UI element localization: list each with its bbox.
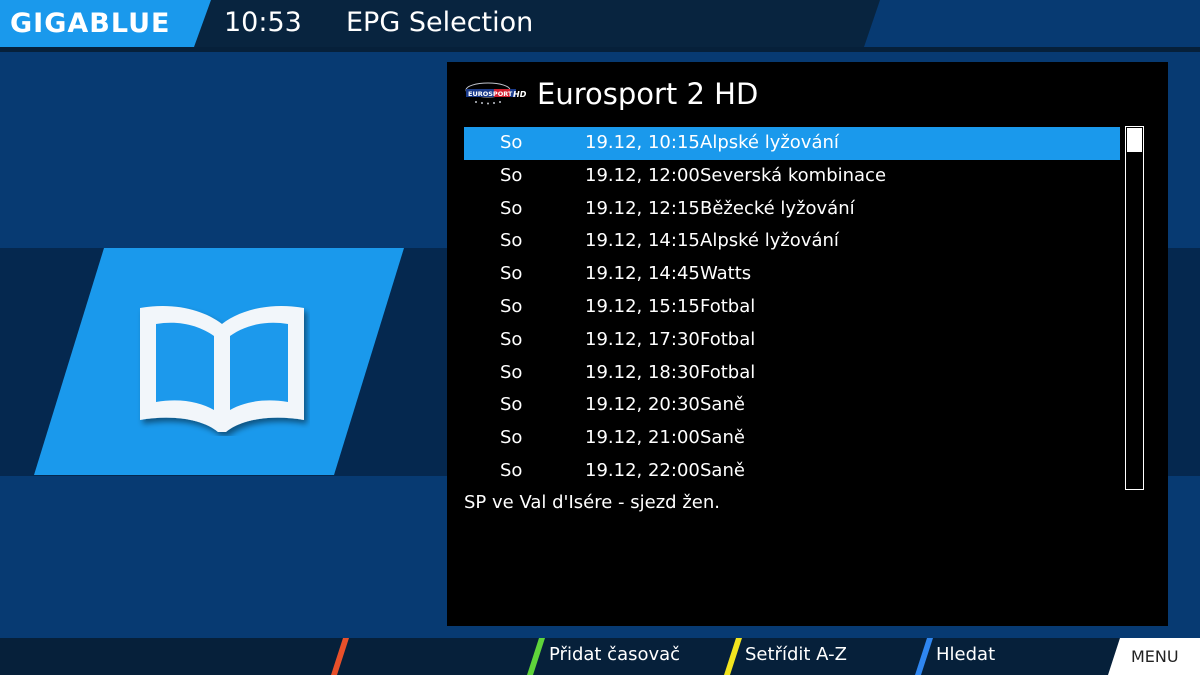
event-day: So xyxy=(500,459,523,481)
event-day: So xyxy=(500,197,523,219)
eurosport-logo: EUROSPORT HD xyxy=(465,82,527,105)
event-day: So xyxy=(500,132,523,153)
event-day: So xyxy=(500,394,523,416)
event-title: Fotbal xyxy=(700,295,756,317)
event-datetime: 19.12, 18:30 xyxy=(585,361,700,383)
green-key-add-timer[interactable]: Přidat časovač xyxy=(549,642,680,668)
event-title: Severská kombinace xyxy=(700,164,887,186)
event-datetime: 19.12, 10:15 xyxy=(585,132,700,153)
event-datetime: 19.12, 21:00 xyxy=(585,427,700,449)
scrollbar[interactable] xyxy=(1125,126,1144,490)
event-list: So 19.12, 10:15 Alpské lyžování So 19.12… xyxy=(464,127,1120,488)
event-title: Běžecké lyžování xyxy=(700,197,855,219)
event-row[interactable]: So 19.12, 14:15 Alpské lyžování xyxy=(464,225,1120,258)
event-row[interactable]: So 19.12, 20:30 Saně xyxy=(464,389,1120,422)
event-datetime: 19.12, 12:15 xyxy=(585,197,700,219)
event-datetime: 19.12, 20:30 xyxy=(585,394,700,416)
blue-key-search[interactable]: Hledat xyxy=(936,642,995,668)
event-day: So xyxy=(500,328,523,350)
svg-text:HD: HD xyxy=(513,90,527,99)
event-day: So xyxy=(500,263,523,285)
gigablue-logo: GIGABLUE xyxy=(10,8,171,39)
menu-button[interactable]: MENU xyxy=(1131,646,1179,668)
event-title: Fotbal xyxy=(700,361,756,383)
event-datetime: 19.12, 22:00 xyxy=(585,459,700,481)
event-day: So xyxy=(500,427,523,449)
event-description: SP ve Val d'Isére - sjezd žen. xyxy=(464,492,720,513)
yellow-key-sort[interactable]: Setřídit A-Z xyxy=(745,642,847,668)
event-row[interactable]: So 19.12, 15:15 Fotbal xyxy=(464,291,1120,324)
event-row[interactable]: So 19.12, 18:30 Fotbal xyxy=(464,357,1120,390)
event-row[interactable]: So 19.12, 21:00 Saně xyxy=(464,422,1120,455)
event-day: So xyxy=(500,361,523,383)
page-title: EPG Selection xyxy=(346,7,534,38)
scrollbar-thumb[interactable] xyxy=(1127,128,1142,152)
svg-text:EUROSPORT: EUROSPORT xyxy=(468,90,513,98)
event-title: Saně xyxy=(700,459,745,481)
event-datetime: 19.12, 15:15 xyxy=(585,295,700,317)
channel-name: Eurosport 2 HD xyxy=(537,77,759,111)
event-row[interactable]: So 19.12, 12:00 Severská kombinace xyxy=(464,160,1120,193)
event-datetime: 19.12, 14:15 xyxy=(585,230,700,252)
event-datetime: 19.12, 14:45 xyxy=(585,263,700,285)
book-icon xyxy=(140,305,304,432)
event-row[interactable]: So 19.12, 14:45 Watts xyxy=(464,258,1120,291)
event-row[interactable]: So 19.12, 22:00 Saně xyxy=(464,455,1120,488)
event-row[interactable]: So 19.12, 17:30 Fotbal xyxy=(464,324,1120,357)
event-title: Saně xyxy=(700,394,745,416)
epg-panel: EUROSPORT HD Eurosport 2 HD So 19.12, 10… xyxy=(447,62,1168,626)
event-day: So xyxy=(500,230,523,252)
event-datetime: 19.12, 17:30 xyxy=(585,328,700,350)
event-title: Saně xyxy=(700,427,745,449)
event-title: Fotbal xyxy=(700,328,756,350)
event-day: So xyxy=(500,164,523,186)
event-row[interactable]: So 19.12, 12:15 Běžecké lyžování xyxy=(464,193,1120,226)
event-title: Watts xyxy=(700,263,752,285)
event-title: Alpské lyžování xyxy=(700,132,839,153)
event-datetime: 19.12, 12:00 xyxy=(585,164,700,186)
clock: 10:53 xyxy=(224,7,302,38)
event-day: So xyxy=(500,295,523,317)
event-row[interactable]: So 19.12, 10:15 Alpské lyžování xyxy=(464,127,1120,160)
event-title: Alpské lyžování xyxy=(700,230,839,252)
